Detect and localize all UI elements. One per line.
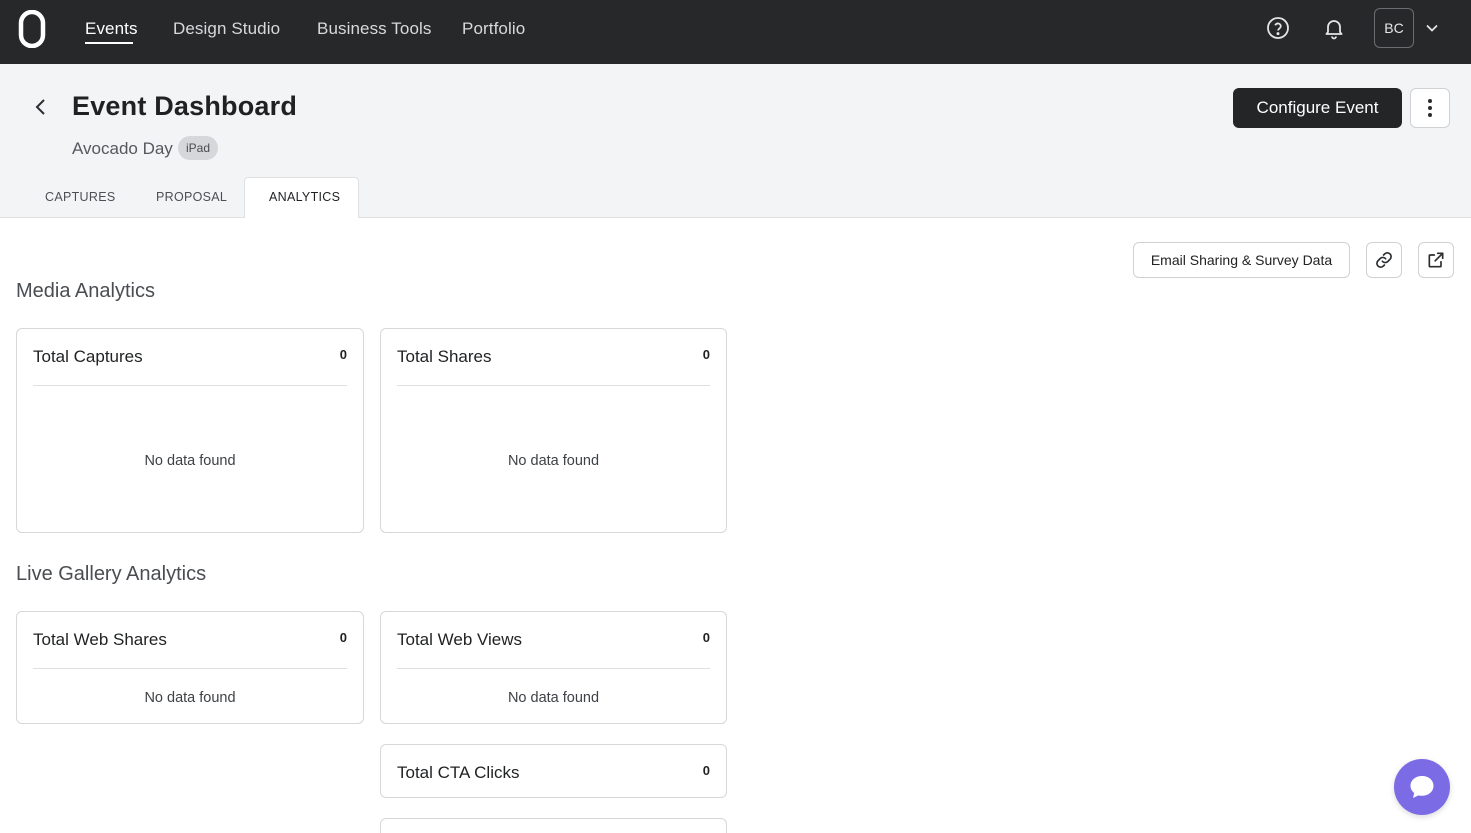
card-divider: [33, 385, 347, 386]
card-value: 0: [702, 630, 710, 645]
partial-card: [380, 818, 727, 833]
open-external-button[interactable]: [1418, 242, 1454, 278]
total-cta-clicks-card: Total CTA Clicks 0: [380, 744, 727, 798]
nav-item-portfolio[interactable]: Portfolio: [462, 19, 525, 39]
tab-proposal[interactable]: PROPOSAL: [156, 190, 227, 204]
card-title: Total Web Shares: [33, 630, 167, 649]
nav-item-design-studio[interactable]: Design Studio: [173, 19, 280, 39]
card-value: 0: [702, 763, 710, 778]
total-web-views-card: Total Web Views 0 No data found: [380, 611, 727, 724]
live-gallery-analytics-heading: Live Gallery Analytics: [16, 563, 207, 585]
vertical-dots-icon: [1428, 99, 1432, 117]
tab-captures[interactable]: CAPTURES: [45, 190, 115, 204]
card-title: Total Shares: [397, 347, 492, 366]
back-arrow-icon[interactable]: [30, 96, 50, 118]
event-name: Avocado Day: [72, 139, 173, 158]
help-icon[interactable]: [1264, 14, 1292, 42]
empty-state-text: No data found: [507, 690, 600, 706]
total-shares-card: Total Shares 0 No data found: [380, 328, 727, 533]
card-divider: [397, 385, 710, 386]
card-value: 0: [702, 347, 710, 362]
nav-active-underline: [85, 42, 133, 44]
brand-logo[interactable]: [18, 10, 46, 48]
total-captures-card: Total Captures 0 No data found: [16, 328, 364, 533]
total-web-shares-card: Total Web Shares 0 No data found: [16, 611, 364, 724]
card-title: Total CTA Clicks: [397, 763, 520, 782]
media-analytics-heading: Media Analytics: [16, 280, 155, 302]
empty-state-text: No data found: [144, 453, 236, 469]
copy-link-button[interactable]: [1366, 242, 1402, 278]
empty-state-text: No data found: [144, 690, 236, 706]
tab-analytics[interactable]: ANALYTICS: [269, 190, 340, 204]
chat-icon: [1410, 776, 1434, 798]
device-badge: iPad: [178, 136, 219, 160]
card-value: 0: [339, 630, 347, 645]
empty-state-text: No data found: [507, 453, 600, 469]
more-options-button[interactable]: [1410, 88, 1450, 128]
card-divider: [33, 668, 347, 669]
card-value: 0: [339, 347, 347, 362]
email-sharing-survey-button[interactable]: Email Sharing & Survey Data: [1133, 242, 1350, 278]
chevron-down-icon[interactable]: [1423, 19, 1441, 37]
user-avatar[interactable]: BC: [1374, 8, 1414, 48]
nav-item-business-tools[interactable]: Business Tools: [317, 19, 431, 39]
card-title: Total Web Views: [397, 630, 523, 649]
card-divider: [397, 668, 710, 669]
nav-item-events[interactable]: Events: [85, 19, 138, 39]
bell-icon[interactable]: [1320, 14, 1348, 42]
external-link-icon: [1428, 252, 1444, 268]
configure-event-button[interactable]: Configure Event: [1233, 88, 1402, 128]
link-icon: [1376, 251, 1392, 269]
card-title: Total Captures: [33, 347, 143, 366]
page-title: Event Dashboard: [72, 91, 298, 121]
chat-support-button[interactable]: [1394, 759, 1450, 815]
top-nav: Events Design Studio Business Tools Port…: [0, 0, 1471, 64]
